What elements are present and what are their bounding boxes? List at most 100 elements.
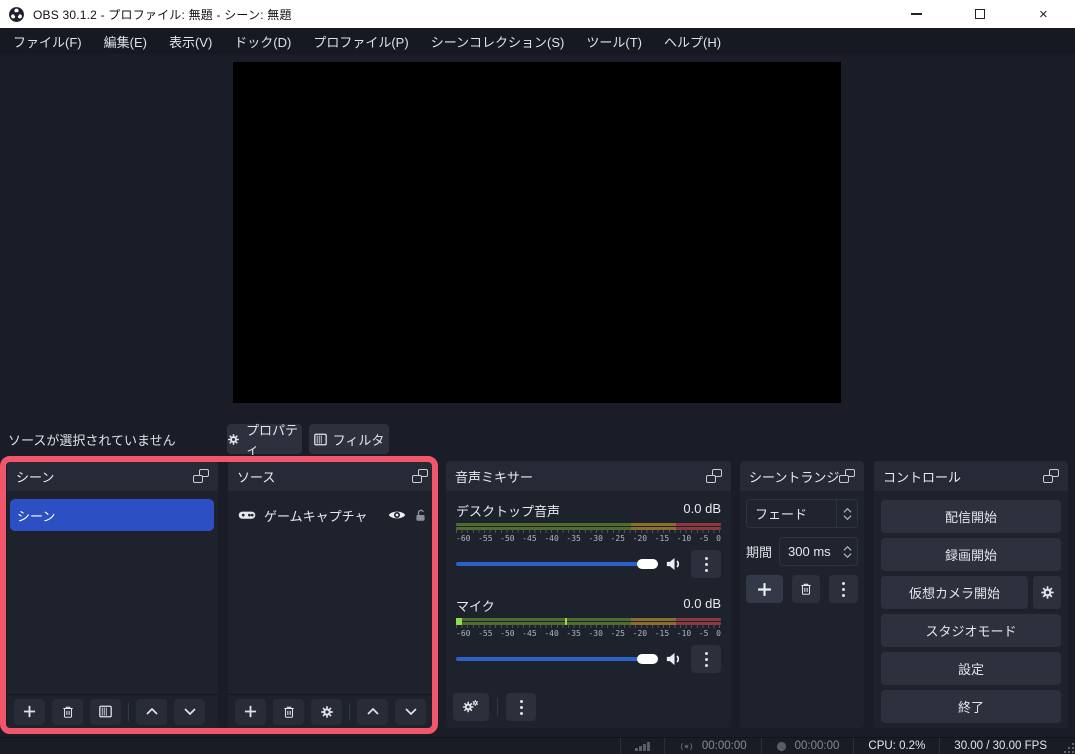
scene-filters-button[interactable] xyxy=(90,698,121,725)
meter-tick-label: -20 xyxy=(632,629,648,638)
transition-select[interactable]: フェード xyxy=(746,499,858,528)
trash-icon xyxy=(282,705,296,719)
menu-docks[interactable]: ドック(D) xyxy=(223,28,302,54)
studio-mode-button[interactable]: スタジオモード xyxy=(881,614,1061,647)
popout-icon[interactable] xyxy=(839,469,855,483)
filter-icon xyxy=(99,705,112,718)
chevron-down-icon xyxy=(183,708,196,715)
virtual-camera-config-button[interactable] xyxy=(1033,576,1061,609)
meter-tick-label: -40 xyxy=(544,629,559,638)
resize-grip[interactable] xyxy=(1064,743,1074,753)
chevron-up-icon xyxy=(145,708,158,715)
menu-scene-collection[interactable]: シーンコレクション(S) xyxy=(420,28,576,54)
scenes-toolbar xyxy=(7,694,218,728)
stream-timer: 00:00:00 xyxy=(663,738,761,754)
obs-window: OBS 30.1.2 - プロファイル: 無題 - シーン: 無題 × ファイル… xyxy=(0,0,1075,754)
menu-edit[interactable]: 編集(E) xyxy=(93,28,158,54)
move-scene-down-button[interactable] xyxy=(174,698,205,725)
minimize-button[interactable] xyxy=(885,0,948,28)
plus-icon xyxy=(23,705,36,718)
remove-scene-button[interactable] xyxy=(52,698,83,725)
transitions-panel-header: シーントランジ... xyxy=(740,461,864,491)
mixer-panel-title: 音声ミキサー xyxy=(455,469,534,485)
transitions-body: フェード 期間 300 ms xyxy=(740,491,864,728)
lock-open-icon[interactable] xyxy=(414,508,427,522)
source-properties-button[interactable] xyxy=(311,698,342,725)
move-source-down-button[interactable] xyxy=(395,698,426,725)
scenes-panel: シーン シーン xyxy=(7,461,218,728)
remove-transition-button[interactable] xyxy=(791,575,821,603)
meter-tick-label: -60 xyxy=(456,629,471,638)
meter-activity xyxy=(456,618,462,625)
popout-icon[interactable] xyxy=(412,469,428,483)
window-title: OBS 30.1.2 - プロファイル: 無題 - シーン: 無題 xyxy=(33,7,292,22)
exit-button[interactable]: 終了 xyxy=(881,690,1061,723)
slider-handle[interactable] xyxy=(637,559,658,569)
sources-list: ゲームキャプチャ xyxy=(228,491,437,694)
transition-select-value: フェード xyxy=(755,507,808,522)
visibility-eye-icon[interactable] xyxy=(388,509,406,521)
kebab-icon xyxy=(842,581,846,597)
audio-mixer-panel: 音声ミキサー デスクトップ音声 0.0 dB -60 -55 -50 -45 -40 -3… xyxy=(446,461,731,728)
source-list-item[interactable]: ゲームキャプチャ xyxy=(228,499,437,531)
move-source-up-button[interactable] xyxy=(357,698,388,725)
meter-tick-label: 0 xyxy=(716,629,721,638)
channel-level-db: 0.0 dB xyxy=(683,501,721,516)
properties-button[interactable]: プロパティ xyxy=(227,423,302,457)
remove-source-button[interactable] xyxy=(273,698,304,725)
advanced-audio-button[interactable] xyxy=(453,693,489,721)
duration-value: 300 ms xyxy=(788,544,831,559)
mixer-body: デスクトップ音声 0.0 dB -60 -55 -50 -45 -40 -35 -30 -25… xyxy=(446,491,731,728)
popout-icon[interactable] xyxy=(1043,469,1059,483)
volume-slider[interactable] xyxy=(456,558,658,570)
speaker-icon[interactable] xyxy=(666,652,683,666)
meter-tick-label: -25 xyxy=(610,534,625,543)
kebab-icon xyxy=(519,699,523,715)
maximize-icon xyxy=(974,9,985,19)
scenes-list: シーン xyxy=(7,491,218,694)
controls-panel-header: コントロール xyxy=(874,461,1068,491)
transition-options-button[interactable] xyxy=(829,575,858,603)
duration-spinbox[interactable]: 300 ms xyxy=(779,537,858,566)
gear-icon xyxy=(1040,585,1055,600)
channel-name: マイク xyxy=(456,599,495,614)
channel-options-button[interactable] xyxy=(691,550,721,578)
settings-button[interactable]: 設定 xyxy=(881,652,1061,685)
add-scene-button[interactable] xyxy=(14,698,45,725)
meter-tick-labels: -60 -55 -50 -45 -40 -35 -30 -25 -20 -15 -10 -5 0 xyxy=(456,629,721,638)
meter-tick-label: -50 xyxy=(500,534,515,543)
add-source-button[interactable] xyxy=(235,698,266,725)
menu-help[interactable]: ヘルプ(H) xyxy=(653,28,732,54)
move-scene-up-button[interactable] xyxy=(136,698,167,725)
popout-icon[interactable] xyxy=(706,469,722,483)
slider-handle[interactable] xyxy=(637,654,658,664)
gear-icon xyxy=(320,705,334,719)
meter-tick-label: -30 xyxy=(588,534,603,543)
mixer-options-button[interactable] xyxy=(506,693,536,721)
sources-panel-header: ソース xyxy=(228,461,437,491)
start-virtual-camera-button[interactable]: 仮想カメラ開始 xyxy=(881,576,1028,609)
add-transition-button[interactable] xyxy=(746,575,783,603)
meter-tick-label: -5 xyxy=(698,534,709,543)
scene-list-item[interactable]: シーン xyxy=(10,499,214,531)
menu-view[interactable]: 表示(V) xyxy=(158,28,223,54)
popout-icon[interactable] xyxy=(193,469,209,483)
menu-tools[interactable]: ツール(T) xyxy=(575,28,653,54)
meter-tick-label: -25 xyxy=(610,629,625,638)
filters-button[interactable]: フィルタ xyxy=(309,424,389,454)
channel-options-button[interactable] xyxy=(691,645,721,673)
start-recording-button[interactable]: 録画開始 xyxy=(881,538,1061,571)
kebab-icon xyxy=(704,556,708,572)
menu-file[interactable]: ファイル(F) xyxy=(2,28,93,54)
maximize-button[interactable] xyxy=(948,0,1011,28)
speaker-icon[interactable] xyxy=(666,557,683,571)
menu-profile[interactable]: プロファイル(P) xyxy=(302,28,419,54)
start-streaming-button[interactable]: 配信開始 xyxy=(881,500,1061,533)
plus-icon xyxy=(244,705,257,718)
controls-panel: コントロール 配信開始 録画開始 仮想カメラ開始 スタジオモード 設定 終了 xyxy=(874,461,1068,728)
close-button[interactable]: × xyxy=(1012,0,1075,28)
spinbox-arrows[interactable] xyxy=(837,545,857,558)
preview-canvas[interactable] xyxy=(233,62,841,403)
volume-slider[interactable] xyxy=(456,653,658,665)
record-dot-icon xyxy=(776,741,787,752)
